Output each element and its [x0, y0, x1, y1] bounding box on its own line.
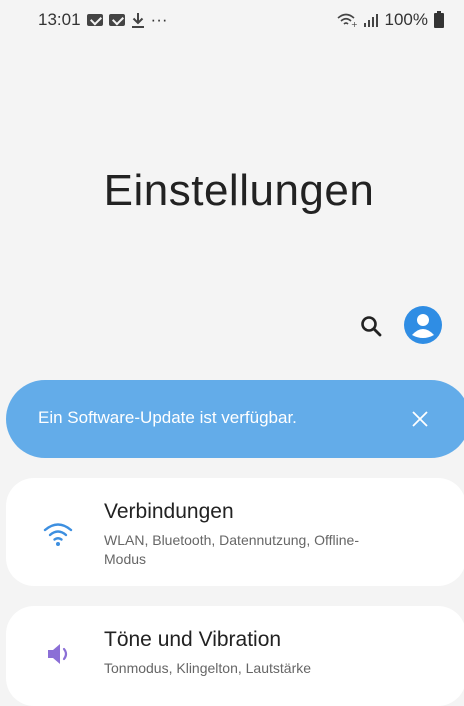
battery-percent: 100%	[384, 10, 428, 29]
settings-item-title: Verbindungen	[104, 500, 234, 523]
search-icon	[361, 316, 382, 337]
settings-item-subtitle: WLAN, Bluetooth, Datennutzung, Offline-M…	[104, 532, 359, 567]
wifi-status-icon: +	[336, 13, 357, 28]
avatar-icon	[404, 306, 442, 344]
battery-icon	[434, 10, 444, 28]
status-time: 13:01	[38, 10, 81, 29]
download-icon	[131, 13, 144, 28]
status-more: ···	[150, 10, 168, 29]
signal-icon	[363, 14, 378, 27]
page-title: Einstellungen	[103, 166, 375, 215]
status-bar: 13:01 ··· + 100%	[0, 0, 464, 42]
status-left: 13:01 ···	[38, 10, 168, 30]
close-icon[interactable]	[409, 408, 431, 430]
settings-item-verbindungen[interactable]: Verbindungen WLAN, Bluetooth, Datennutzu…	[6, 478, 464, 586]
speaker-icon	[48, 644, 68, 664]
settings-item-toene-und-vibration[interactable]: Töne und Vibration Tonmodus, Klingelton,…	[6, 606, 464, 706]
svg-text:+: +	[351, 20, 357, 28]
status-right: + 100%	[336, 10, 444, 30]
search-button[interactable]	[356, 311, 386, 341]
email-notification-icon	[108, 14, 125, 26]
email-notification-icon	[86, 14, 103, 26]
settings-item-subtitle: Tonmodus, Klingelton, Lautstärke	[104, 660, 312, 676]
software-update-text: Ein Software-Update ist verfügbar.	[38, 408, 297, 427]
software-update-banner[interactable]: Ein Software-Update ist verfügbar.	[6, 380, 464, 458]
wifi-icon	[43, 523, 73, 546]
settings-item-title: Töne und Vibration	[104, 628, 282, 651]
profile-button[interactable]	[404, 306, 442, 344]
